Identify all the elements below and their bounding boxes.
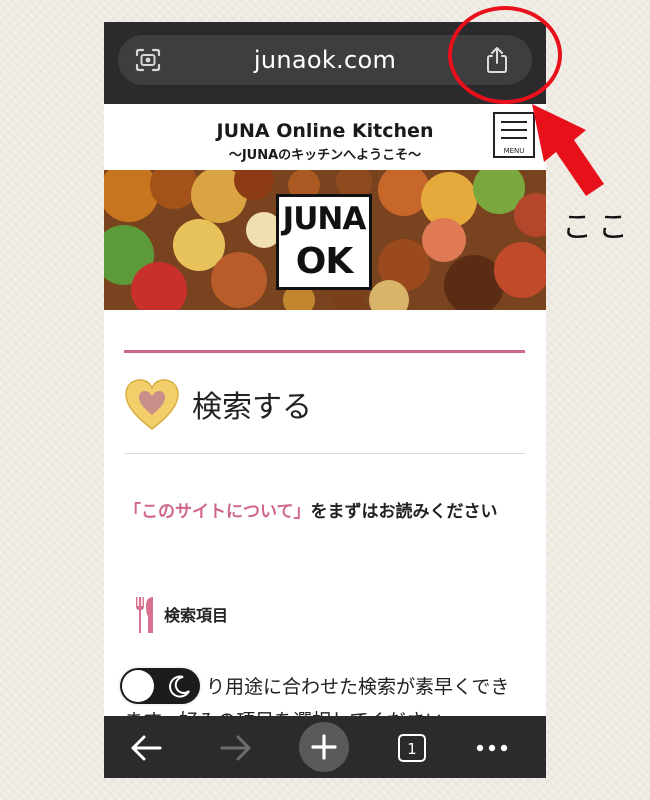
red-arrow-icon [532, 104, 604, 196]
logo-text-top: JUNA [282, 201, 367, 237]
more-icon[interactable] [472, 728, 512, 768]
section-divider-top [124, 350, 525, 353]
dark-mode-toggle[interactable] [118, 666, 202, 706]
fork-knife-icon [136, 597, 153, 633]
site-title[interactable]: JUNA Online Kitchen [104, 120, 546, 142]
back-arrow-icon[interactable] [126, 728, 166, 768]
forward-arrow-icon[interactable] [216, 728, 256, 768]
site-logo[interactable]: JUNA OK [276, 194, 372, 290]
tabs-icon[interactable]: 1 [398, 734, 426, 762]
site-header: JUNA Online Kitchen 〜JUNAのキッチンへようこそ〜 MEN… [104, 104, 546, 170]
heart-cookie-icon [125, 379, 179, 430]
phone-screen: junaok.com JUNA Online Kitchen 〜JUNAのキッチ… [104, 22, 546, 778]
intro-paragraph: 「このサイトについて」をまずはお読みください [124, 496, 528, 529]
search-items-heading: 検索項目 [164, 606, 229, 625]
plus-icon[interactable] [298, 721, 350, 773]
site-subtitle: 〜JUNAのキッチンへようこそ〜 [228, 148, 422, 163]
annotation-label: ここ [562, 210, 634, 245]
toggle-knob [122, 670, 154, 702]
logo-text-bottom: OK [295, 241, 354, 282]
section-title: 検索する [192, 390, 312, 425]
intro-text: をまずはお読みください [310, 502, 498, 522]
hamburger-icon [501, 121, 527, 123]
about-site-link[interactable]: 「このサイトについて」 [124, 502, 311, 522]
tab-count: 1 [407, 740, 417, 758]
moon-icon [169, 675, 190, 698]
browser-bottom-bar: 1 [104, 716, 546, 778]
body-text-line-1: り用途に合わせた検索が素早くでき [206, 676, 510, 698]
annotation-circle [448, 6, 562, 104]
hero-banner: JUNA OK [104, 170, 546, 310]
section-divider-bottom [124, 453, 525, 454]
